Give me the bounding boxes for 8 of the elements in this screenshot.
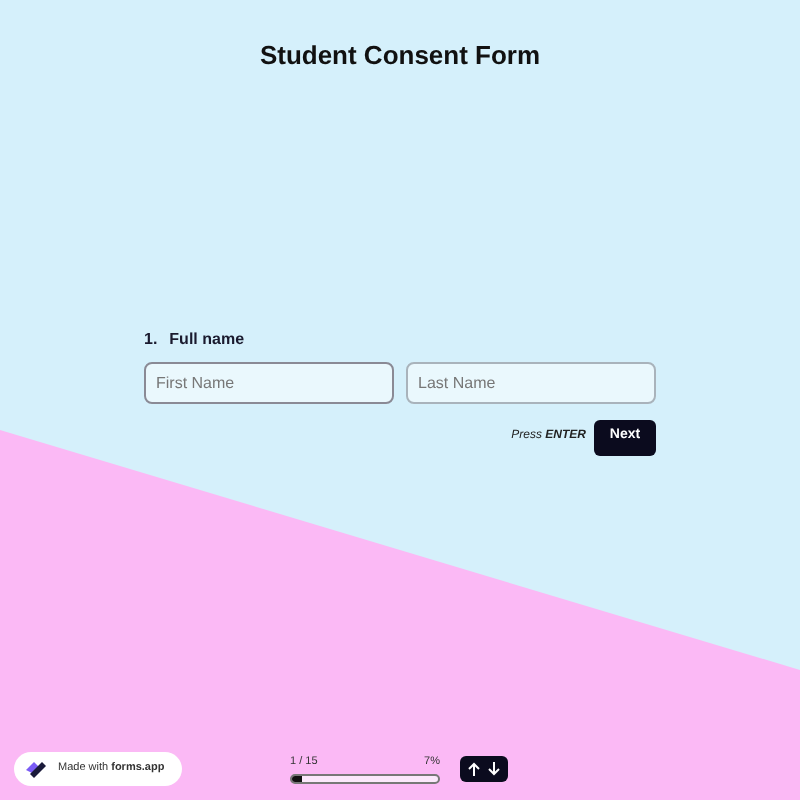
form-title: Student Consent Form bbox=[259, 38, 541, 74]
question-label: Full name bbox=[169, 327, 245, 351]
question-number: 1. bbox=[144, 327, 158, 351]
logo-icon bbox=[22, 757, 50, 781]
text-field[interactable]: Last Name bbox=[406, 361, 656, 403]
arrow-up-icon[interactable] bbox=[468, 762, 480, 776]
arrow-down-icon[interactable] bbox=[488, 762, 500, 776]
text-field[interactable]: First Name bbox=[144, 361, 394, 403]
